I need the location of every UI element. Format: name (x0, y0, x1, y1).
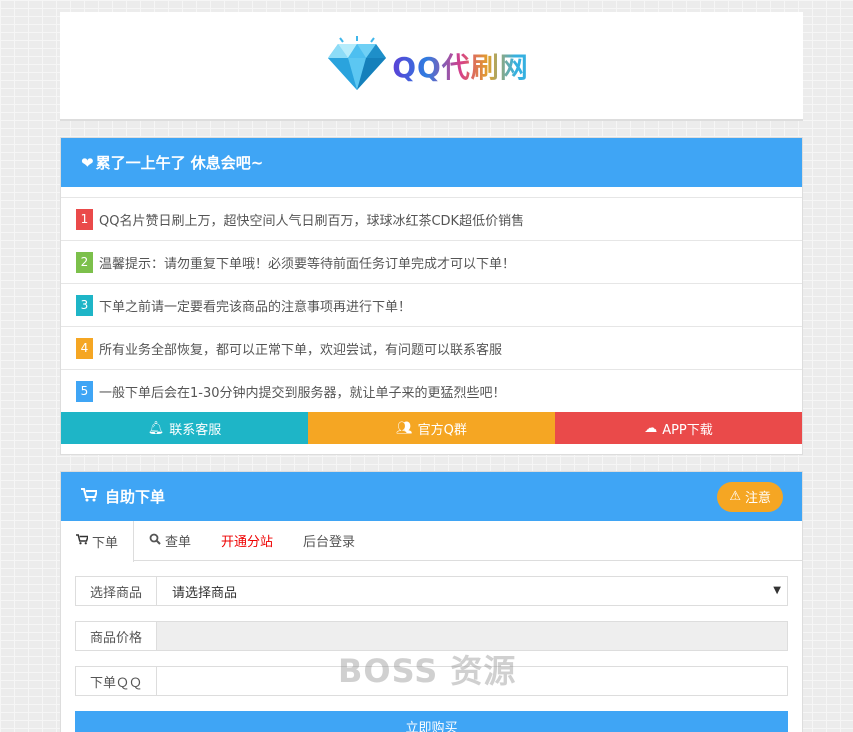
notice-text: 所有业务全部恢复，都可以正常下单，欢迎尝试，有问题可以联系客服 (99, 342, 503, 358)
watermark: BOSS 资源 (338, 652, 517, 690)
order-heading: 自助下单 ⚠ 注意 (61, 472, 802, 521)
qq-group-button[interactable]: 👥︎ 官方Q群 (308, 412, 555, 444)
notice-heading: ❤ 累了一上午了 休息会吧~ (61, 138, 802, 187)
qq-label: 下单ＱＱ (75, 666, 157, 696)
list-item: 2 温馨提示：请勿重复下单哦！必须要等待前面任务订单完成才可以下单！ (61, 240, 802, 283)
heart-icon: ❤ (81, 153, 94, 172)
buy-now-button[interactable]: 立即购买 (75, 711, 788, 732)
list-item: 4 所有业务全部恢复，都可以正常下单，欢迎尝试，有问题可以联系客服 (61, 326, 802, 369)
number-badge: 1 (76, 208, 93, 230)
price-label: 商品价格 (75, 621, 157, 651)
number-badge: 3 (76, 294, 93, 316)
caret-down-icon: ▼ (773, 585, 781, 596)
list-item: 5 一般下单后会在1-30分钟内提交到服务器，就让单子来的更猛烈些吧！ (61, 369, 802, 412)
number-badge: 4 (76, 337, 93, 359)
list-item: 3 下单之前请一定要看完该商品的注意事项再进行下单！ (61, 283, 802, 326)
list-item: 1 QQ名片赞日刷上万，超快空间人气日刷百万，球球冰红茶CDK超低价销售 (61, 197, 802, 240)
notice-text: 温馨提示：请勿重复下单哦！必须要等待前面任务订单完成才可以下单！ (99, 256, 516, 272)
order-tabs: 下单 查单 开通分站 后台登录 (61, 521, 802, 562)
contact-button-row: 🔔︎ 联系客服 👥︎ 官方Q群 ☁ APP下载 (61, 412, 802, 444)
notice-warning-button[interactable]: ⚠ 注意 (717, 481, 783, 512)
site-logo[interactable]: QQ代刷网 (326, 35, 529, 96)
tab-open-site[interactable]: 开通分站 (206, 521, 288, 560)
notice-text: 下单之前请一定要看完该商品的注意事项再进行下单！ (99, 299, 412, 315)
search-icon (149, 533, 161, 549)
product-label: 选择商品 (75, 576, 157, 606)
notice-list: 1 QQ名片赞日刷上万，超快空间人气日刷百万，球球冰红茶CDK超低价销售 2 温… (61, 187, 802, 412)
notice-panel: ❤ 累了一上午了 休息会吧~ 1 QQ名片赞日刷上万，超快空间人气日刷百万，球球… (60, 137, 803, 455)
tab-order[interactable]: 下单 (61, 521, 135, 562)
logo-panel: QQ代刷网 (60, 12, 803, 121)
cloud-download-icon: ☁ (644, 420, 658, 436)
tab-query[interactable]: 查单 (134, 521, 206, 560)
cart-icon (76, 534, 90, 549)
order-title: 自助下单 (105, 488, 166, 506)
product-select[interactable]: 请选择商品 ▼ (157, 576, 788, 606)
notice-text: QQ名片赞日刷上万，超快空间人气日刷百万，球球冰红茶CDK超低价销售 (99, 213, 525, 229)
cart-icon (81, 487, 99, 506)
tab-admin-login[interactable]: 后台登录 (288, 521, 370, 560)
number-badge: 5 (76, 380, 93, 402)
order-panel: 自助下单 ⚠ 注意 下单 查单 开通分站 后台登录 选择商品 请选择商品 ▼ 商… (60, 471, 803, 732)
users-icon: 👥︎ (396, 420, 413, 436)
app-download-button[interactable]: ☁ APP下载 (555, 412, 802, 444)
notice-text: 一般下单后会在1-30分钟内提交到服务器，就让单子来的更猛烈些吧！ (99, 385, 506, 401)
bell-icon: 🔔︎ (147, 420, 165, 436)
notice-title: 累了一上午了 休息会吧~ (95, 154, 264, 172)
warning-icon: ⚠ (729, 489, 741, 504)
number-badge: 2 (76, 251, 93, 273)
logo-text: QQ代刷网 (392, 46, 529, 86)
diamond-icon (326, 35, 388, 96)
contact-service-button[interactable]: 🔔︎ 联系客服 (61, 412, 308, 444)
